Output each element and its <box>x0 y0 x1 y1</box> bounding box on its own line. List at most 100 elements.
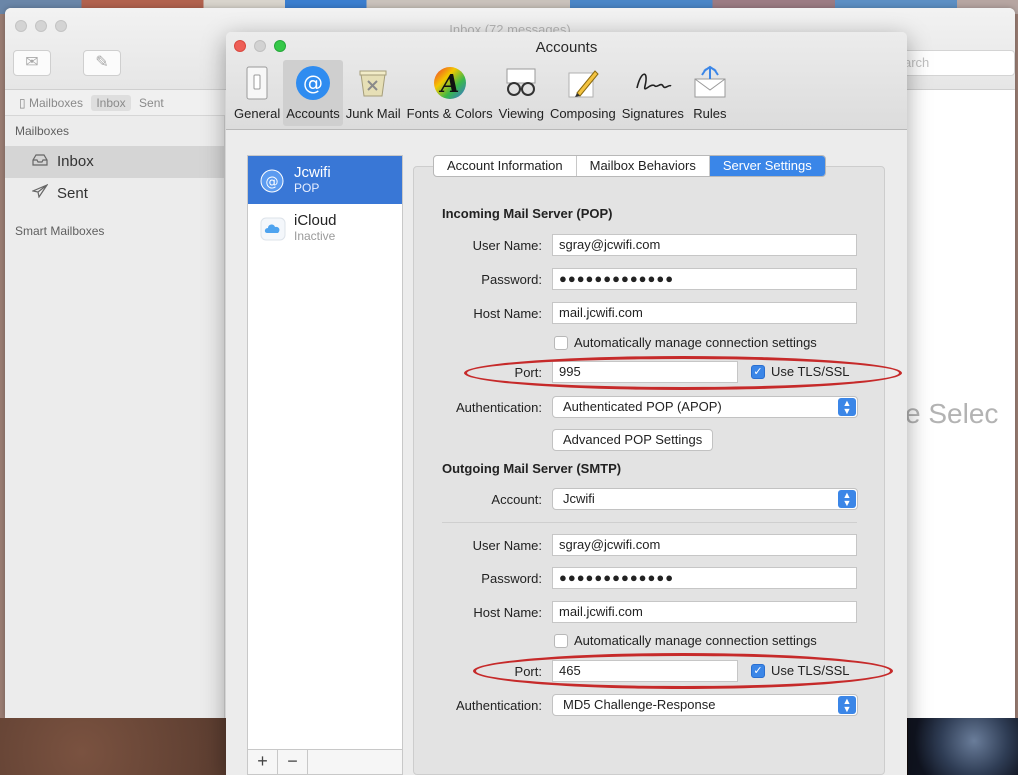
incoming-password-label: Password: <box>481 272 542 287</box>
no-message-selected-text: e Selec <box>905 398 999 429</box>
popup-value: Authenticated POP (APOP) <box>563 399 722 414</box>
tab-viewing[interactable]: Viewing <box>496 60 547 126</box>
tab-general[interactable]: General <box>231 60 283 126</box>
inbox-tray-icon <box>31 146 49 178</box>
outgoing-host-field[interactable]: mail.jcwifi.com <box>552 601 857 623</box>
remove-account-button[interactable]: − <box>278 750 308 774</box>
account-type: POP <box>294 181 320 195</box>
tab-mailbox-behaviors[interactable]: Mailbox Behaviors <box>577 156 710 176</box>
incoming-port-field[interactable]: 995 <box>552 361 738 383</box>
outgoing-tls-checkbox[interactable]: ✓ Use TLS/SSL <box>751 663 850 678</box>
account-list: @ Jcwifi POP iCloud Inactive <box>247 155 403 750</box>
envelope-icon: ✉ <box>25 54 39 71</box>
outgoing-server-heading: Outgoing Mail Server (SMTP) <box>442 461 622 476</box>
svg-text:@: @ <box>303 71 323 95</box>
at-sign-icon: @ <box>260 169 284 196</box>
incoming-user-field[interactable]: sgray@jcwifi.com <box>552 234 857 256</box>
account-type: Inactive <box>294 229 336 243</box>
incoming-port-label: Port: <box>514 365 542 380</box>
tab-label: General <box>234 106 281 121</box>
updown-arrows-icon: ▲ ▼ <box>838 398 856 416</box>
svg-text:@: @ <box>266 175 279 190</box>
tab-label: Junk Mail <box>345 106 401 121</box>
incoming-tls-checkbox[interactable]: ✓ Use TLS/SSL <box>751 364 850 379</box>
outgoing-account-popup[interactable]: Jcwifi ▲ ▼ <box>552 488 858 510</box>
incoming-auto-manage-checkbox[interactable]: Automatically manage connection settings <box>554 335 817 350</box>
cloud-icon <box>260 217 286 244</box>
tab-accounts[interactable]: @ Accounts <box>283 60 343 126</box>
account-item-icloud[interactable]: iCloud Inactive <box>248 204 402 252</box>
outgoing-user-field[interactable]: sgray@jcwifi.com <box>552 534 857 556</box>
glasses-icon <box>501 62 541 104</box>
tab-composing[interactable]: Composing <box>547 60 619 126</box>
advanced-pop-settings-button[interactable]: Advanced POP Settings <box>552 429 714 451</box>
font-a-icon: A <box>430 62 470 104</box>
checkbox-label: Use TLS/SSL <box>771 663 850 678</box>
sidebar-item-inbox[interactable]: Inbox <box>5 146 224 178</box>
signature-icon <box>633 62 673 104</box>
account-name: Jcwifi <box>294 164 331 181</box>
sidebar-heading-mailboxes: Mailboxes <box>15 124 70 138</box>
add-account-button[interactable]: + <box>248 750 278 774</box>
incoming-password-field[interactable]: ●●●●●●●●●●●●● <box>552 268 857 290</box>
account-item-jcwifi[interactable]: @ Jcwifi POP <box>248 156 402 204</box>
outgoing-auth-popup[interactable]: MD5 Challenge-Response ▲ ▼ <box>552 694 858 716</box>
search-field[interactable]: arch <box>895 50 1015 76</box>
tab-fonts-colors[interactable]: A Fonts & Colors <box>404 60 496 126</box>
section-divider <box>442 522 857 523</box>
account-tab-bar: Account Information Mailbox Behaviors Se… <box>433 155 826 177</box>
tab-label: Composing <box>549 106 616 121</box>
compose-button[interactable]: ✎ <box>83 50 121 76</box>
sidebar-item-label: Inbox <box>57 153 94 170</box>
tab-rules[interactable]: Rules <box>687 60 733 126</box>
tab-label: Viewing <box>498 106 544 121</box>
incoming-auth-popup[interactable]: Authenticated POP (APOP) ▲ ▼ <box>552 396 858 418</box>
outgoing-port-label: Port: <box>514 664 542 679</box>
tab-server-settings[interactable]: Server Settings <box>709 156 825 176</box>
trash-bin-icon <box>353 62 393 104</box>
tab-account-information[interactable]: Account Information <box>434 156 577 176</box>
popup-value: MD5 Challenge-Response <box>563 697 716 712</box>
tab-label: Signatures <box>621 106 684 121</box>
favorites-sent[interactable]: Sent <box>139 96 164 110</box>
incoming-host-label: Host Name: <box>473 306 542 321</box>
tab-label: Fonts & Colors <box>406 106 493 121</box>
sidebar-item-sent[interactable]: Sent <box>5 178 224 210</box>
tab-signatures[interactable]: Signatures <box>619 60 687 126</box>
outgoing-account-label: Account: <box>491 492 542 507</box>
incoming-server-heading: Incoming Mail Server (POP) <box>442 206 613 221</box>
preferences-toolbar: Accounts General @ Accounts Junk Mail A … <box>226 32 907 130</box>
outgoing-password-label: Password: <box>481 571 542 586</box>
paper-plane-icon <box>30 178 49 210</box>
checkbox-label: Automatically manage connection settings <box>574 335 817 350</box>
rules-envelope-icon <box>690 62 730 104</box>
incoming-auth-label: Authentication: <box>455 400 542 415</box>
pencil-icon <box>563 62 603 104</box>
tab-label: Rules <box>693 106 727 121</box>
checkbox-label: Use TLS/SSL <box>771 364 850 379</box>
mail-sidebar: Mailboxes Inbox Sent Smart Mailboxes <box>5 116 225 718</box>
switch-icon <box>237 62 277 104</box>
favorites-inbox[interactable]: Inbox <box>91 95 131 111</box>
tab-junk-mail[interactable]: Junk Mail <box>343 60 404 126</box>
popup-value: Jcwifi <box>563 491 595 506</box>
accounts-preferences-window: Accounts General @ Accounts Junk Mail A … <box>226 32 907 775</box>
checkmark-icon: ✓ <box>751 364 765 379</box>
outgoing-auto-manage-checkbox[interactable]: Automatically manage connection settings <box>554 633 817 648</box>
sidebar-heading-smart-mailboxes: Smart Mailboxes <box>15 224 105 238</box>
tab-label: Accounts <box>286 106 340 121</box>
updown-arrows-icon: ▲ ▼ <box>838 490 856 508</box>
window-title: Accounts <box>535 39 598 56</box>
favorites-mailboxes[interactable]: Mailboxes <box>29 96 83 110</box>
incoming-host-field[interactable]: mail.jcwifi.com <box>552 302 857 324</box>
sidebar-item-label: Sent <box>57 185 88 202</box>
sidebar-toggle-icon[interactable]: ▯ <box>19 96 26 110</box>
get-mail-button[interactable]: ✉ <box>13 50 51 76</box>
checkbox-box <box>554 633 568 648</box>
outgoing-password-field[interactable]: ●●●●●●●●●●●●● <box>552 567 857 589</box>
favorites-bar: ▯ Mailboxes Inbox Sent <box>5 90 225 116</box>
outgoing-port-field[interactable]: 465 <box>552 660 738 682</box>
outgoing-auth-label: Authentication: <box>455 698 542 713</box>
checkbox-box <box>554 335 568 350</box>
incoming-user-label: User Name: <box>472 238 542 253</box>
